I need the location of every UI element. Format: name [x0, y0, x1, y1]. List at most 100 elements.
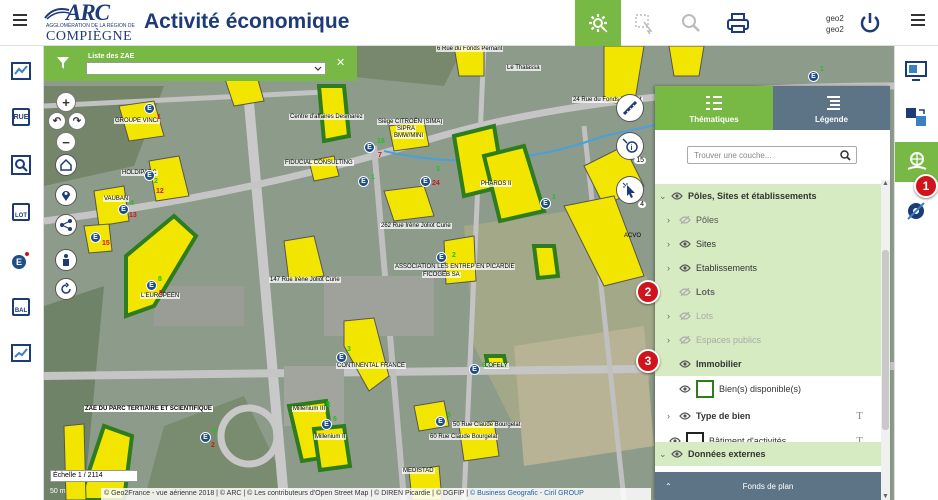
eye-icon[interactable] [679, 385, 691, 393]
chevron-right-icon[interactable]: › [667, 411, 675, 421]
arc-logo: ARC AGGLOMÉRATION DE LA RÉGION DE COMPIÈ… [44, 0, 136, 44]
close-icon[interactable]: ✕ [336, 56, 345, 69]
rotate-button[interactable] [55, 278, 77, 300]
layer-group-donnees-externes[interactable]: ⌄ Données externes [655, 442, 881, 466]
chevron-down-icon[interactable]: ⌄ [659, 449, 667, 460]
eye-off-icon[interactable] [679, 215, 691, 225]
establishment-pin[interactable]: E [358, 176, 369, 187]
right-menu-toggle-icon[interactable] [911, 14, 925, 28]
power-icon[interactable] [858, 11, 882, 35]
establishment-pin[interactable]: E [436, 252, 447, 263]
search-button[interactable] [668, 0, 714, 46]
home-button[interactable] [55, 154, 77, 176]
panel-scrollbar[interactable]: ▲ ▼ [881, 180, 890, 500]
undo-view-button[interactable]: ↶ [48, 112, 66, 130]
share-button[interactable] [55, 214, 77, 236]
establishment-pin[interactable]: E [364, 142, 375, 153]
info-tool-button[interactable]: i 15 [616, 132, 646, 164]
base-map-bar[interactable]: ⌃ Fonds de plan [655, 472, 881, 500]
establishment-pin[interactable]: E [540, 198, 551, 209]
eye-icon[interactable] [679, 264, 691, 272]
scroll-down-icon[interactable]: ▼ [882, 493, 889, 500]
text-style-icon[interactable]: T [856, 410, 863, 422]
chevron-right-icon[interactable]: › [667, 215, 675, 225]
tab-legende[interactable]: Légende [773, 86, 890, 130]
layer-group-poles[interactable]: ⌄ Pôles, Sites et établissements [655, 184, 881, 208]
pin-count: 5 [159, 290, 163, 297]
establishment-pin[interactable]: E [118, 204, 129, 215]
tab-thematiques[interactable]: Thématiques [655, 86, 773, 130]
pin-count: 6 [333, 416, 337, 423]
chevron-right-icon[interactable]: › [667, 335, 675, 345]
map-label: SIPRA [396, 126, 417, 132]
sidebar-search-button[interactable] [10, 154, 32, 176]
screen-button[interactable] [905, 60, 927, 82]
attribution-link[interactable]: © Business Geografic - Ciril GROUP [470, 490, 584, 497]
layer-group-lots[interactable]: Lots [655, 280, 881, 304]
layer-item-biens-disponibles[interactable]: Bien(s) disponible(s) [655, 376, 881, 402]
layer-group-immobilier[interactable]: Immobilier [655, 352, 881, 376]
map-label: ASSOCIATION LES ENTREP EN PICARDIE [394, 264, 516, 270]
menu-toggle-icon[interactable] [13, 14, 27, 28]
scrollbar-thumb[interactable] [882, 250, 889, 430]
zae-dropdown[interactable] [86, 62, 326, 75]
select-map-button[interactable] [621, 0, 667, 46]
scale-input[interactable]: Échelle 1 / 2114 [50, 470, 138, 482]
establishment-pin[interactable]: E [808, 71, 819, 82]
map-layers-button[interactable] [10, 60, 32, 82]
zoom-in-button[interactable]: + [56, 92, 76, 112]
establishment-pin[interactable]: E [200, 432, 211, 443]
redo-view-button[interactable]: ↷ [68, 112, 86, 130]
eye-icon[interactable] [671, 450, 683, 458]
eye-off-icon[interactable] [679, 311, 691, 321]
layer-item-type-de-bien[interactable]: › Type de bien T [655, 404, 881, 428]
print-button[interactable] [715, 0, 761, 46]
rue-icon: RUE [12, 108, 30, 126]
chevron-right-icon[interactable]: › [667, 311, 675, 321]
establishment-pin[interactable]: E [420, 176, 431, 187]
layer-search-input[interactable]: Trouver une couche... [687, 146, 857, 164]
measure-tool-button[interactable] [616, 94, 644, 122]
layer-item-sites[interactable]: › Sites [655, 232, 881, 256]
establishment-pin[interactable]: E [144, 103, 155, 114]
eye-icon[interactable] [679, 412, 691, 420]
eye-icon[interactable] [679, 240, 691, 248]
rue-button[interactable]: RUE [10, 106, 32, 128]
lot-button[interactable]: LOT [10, 201, 32, 223]
bal-button[interactable]: BAL [10, 296, 32, 318]
establishment-pin[interactable]: E [435, 416, 446, 427]
eye-off-icon[interactable] [679, 287, 691, 297]
layer-tree: ⌄ Pôles, Sites et établissements › Pôles… [655, 184, 881, 466]
search-icon[interactable] [840, 150, 851, 161]
chevron-down-icon[interactable]: ⌄ [659, 191, 667, 202]
settings-button[interactable] [905, 200, 927, 222]
establishment-pin[interactable]: E [90, 232, 101, 243]
zoom-out-button[interactable]: − [56, 132, 76, 152]
locate-button[interactable] [55, 184, 77, 206]
eye-icon[interactable] [671, 192, 683, 200]
establishment-button[interactable]: E [10, 249, 32, 271]
streetview-button[interactable] [55, 249, 77, 271]
chart-button[interactable] [10, 342, 32, 364]
establishment-pin[interactable]: E [321, 419, 332, 430]
establishment-pin[interactable]: E [469, 364, 480, 375]
map-label: LOFELY [484, 363, 509, 369]
pin-count: 5 [447, 412, 451, 419]
establishment-pin[interactable]: E [146, 280, 157, 291]
chevron-right-icon[interactable]: › [667, 263, 675, 273]
chevron-right-icon[interactable]: › [667, 239, 675, 249]
filter-icon[interactable] [56, 56, 70, 70]
scroll-up-icon[interactable]: ▲ [882, 180, 889, 187]
layer-item-espaces-publics[interactable]: › Espaces publics [655, 328, 881, 352]
chevron-up-icon[interactable]: ⌃ [665, 482, 672, 491]
select-tool-button[interactable]: 4 [616, 176, 646, 208]
map-label: FIDUCIAL CONSULTING [284, 160, 354, 166]
eye-icon[interactable] [679, 360, 691, 368]
eye-off-icon[interactable] [679, 335, 691, 345]
layer-item-etablissements[interactable]: › Etablissements [655, 256, 881, 280]
layer-item-poles[interactable]: › Pôles [655, 208, 881, 232]
establishment-pin[interactable]: E [336, 352, 347, 363]
settings-gear-button[interactable] [575, 0, 621, 46]
transfer-button[interactable] [905, 106, 927, 128]
layer-item-lots[interactable]: › Lots [655, 304, 881, 328]
